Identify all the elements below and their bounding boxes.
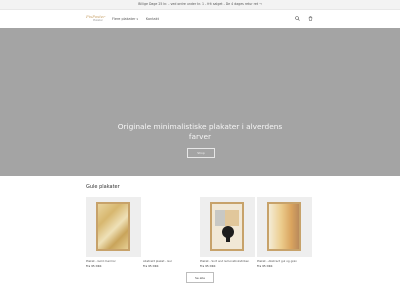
hero-shop-button[interactable]: Shop <box>187 148 215 158</box>
site-logo[interactable]: PixPoster Plakater <box>86 14 105 22</box>
product-image[interactable] <box>86 197 141 257</box>
product-image[interactable] <box>200 197 255 257</box>
collection-title: Gule plakater <box>86 184 120 190</box>
poster-frame <box>210 202 244 251</box>
product-image[interactable] <box>257 197 312 257</box>
see-all-button[interactable]: Se alle <box>186 272 214 283</box>
product-card[interactable]: Plakat - Sort and lemonstinkstriben Fra … <box>200 197 255 268</box>
search-icon[interactable] <box>294 15 301 22</box>
announcement-bar: Billige Dage 25 kr. - ved ordre under kr… <box>0 0 400 10</box>
logo-sub: Plakater <box>93 19 103 22</box>
product-card[interactable]: Plakat - Abstract gul og grøn Fra 95 DKK <box>257 197 312 268</box>
poster-frame <box>267 202 301 251</box>
hero-title: Originale minimalistiske plakater i alve… <box>117 122 283 141</box>
product-price: Fra 95 DKK <box>143 264 159 268</box>
product-name[interactable]: Plakat - Gold marmor <box>86 259 141 263</box>
chevron-down-icon: ▾ <box>136 17 138 21</box>
product-image[interactable] <box>143 197 198 257</box>
product-name[interactable]: Plakat - Sort and lemonstinkstriben <box>200 259 255 263</box>
header-icons <box>294 15 314 22</box>
product-price: Fra 95 DKK <box>257 264 273 268</box>
product-price: Fra 95 DKK <box>200 264 216 268</box>
nav-item-contact[interactable]: Kontakt <box>146 17 159 21</box>
site-header: PixPoster Plakater Flere plakater ▾ Kont… <box>0 10 400 29</box>
product-price: Fra 95 DKK <box>86 264 102 268</box>
product-card[interactable]: Plakat - Gold marmor Fra 95 DKK <box>86 197 141 268</box>
hero-banner: Originale minimalistiske plakater i alve… <box>0 28 400 176</box>
announcement-text: Billige Dage 25 kr. - ved ordre under kr… <box>138 2 262 6</box>
nav-label: Flere plakater <box>112 17 136 21</box>
poster-frame <box>96 202 130 251</box>
nav-item-more-posters[interactable]: Flere plakater ▾ <box>112 17 138 21</box>
product-name[interactable]: Plakat - Abstract gul og grøn <box>257 259 312 263</box>
cart-icon[interactable] <box>307 15 314 22</box>
product-card[interactable]: Abstrakt plakat - Gul Fra 95 DKK <box>143 197 198 268</box>
product-name[interactable]: Abstrakt plakat - Gul <box>143 259 198 263</box>
main-nav: Flere plakater ▾ Kontakt <box>112 10 159 28</box>
